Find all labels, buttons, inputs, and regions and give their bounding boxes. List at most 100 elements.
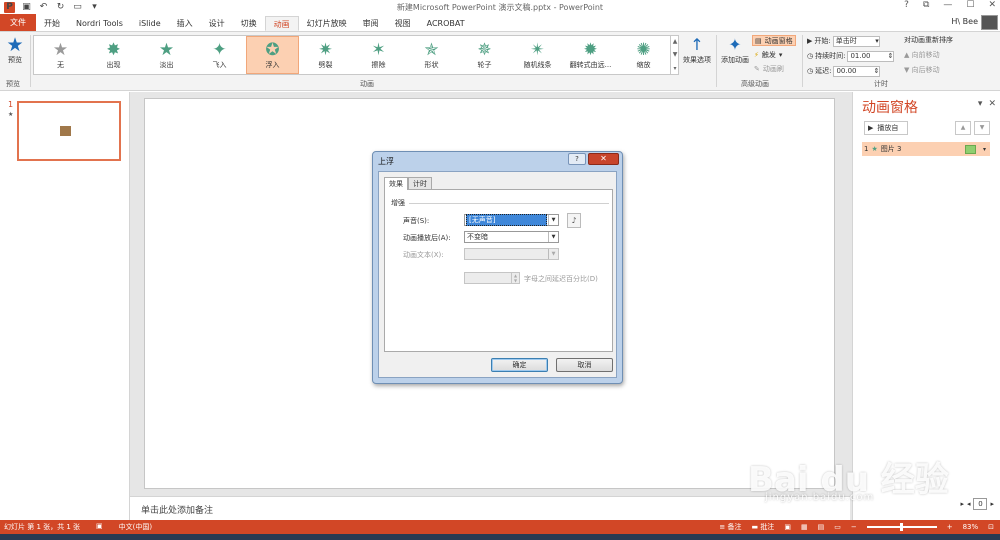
tab-nordri-tools[interactable]: Nordri Tools <box>68 16 131 31</box>
tab-slideshow[interactable]: 幻灯片放映 <box>299 16 355 31</box>
chevron-down-icon: ▼ <box>548 249 558 259</box>
duration-value: 01.00 <box>850 51 871 60</box>
chevron-down-icon[interactable]: ▾ <box>978 99 983 109</box>
move-earlier-button[interactable]: ▲ 向前移动 <box>904 50 953 60</box>
effect-1[interactable]: ✸ 出现 <box>87 36 140 74</box>
normal-view-icon[interactable]: ▣ <box>784 523 791 531</box>
pane-nav: ▸ ◂ 0 ▸ <box>960 498 994 510</box>
fit-slide-icon[interactable]: ⊡ <box>988 523 994 531</box>
move-up-icon[interactable]: ▲ <box>955 121 971 135</box>
effect-7[interactable]: ✯ 形状 <box>405 36 458 74</box>
chevron-down-icon: ▼ <box>548 232 558 242</box>
avatar[interactable] <box>981 15 998 30</box>
star-wheel-icon: ✵ <box>477 40 492 60</box>
notes-pane[interactable]: 单击此处添加备注 <box>130 496 850 520</box>
effect-6[interactable]: ✶ 擦除 <box>352 36 405 74</box>
effect-10[interactable]: ✹ 翻转式由远... <box>564 36 617 74</box>
effect-2[interactable]: ★ 淡出 <box>140 36 193 74</box>
effect-11[interactable]: ✺ 缩放 <box>617 36 670 74</box>
sound-select[interactable]: [无声音] ▼ <box>464 214 559 226</box>
help-icon[interactable]: ? <box>568 153 586 165</box>
sorter-view-icon[interactable]: ▦ <box>801 523 808 531</box>
trigger-button[interactable]: ⚡ 触发 ▾ <box>752 49 796 60</box>
gallery-more-icon[interactable]: ▾ <box>673 65 676 72</box>
zoom-slider-thumb[interactable] <box>899 523 903 531</box>
start-select[interactable]: 单击时 ▾ <box>832 35 880 47</box>
tab-transitions[interactable]: 切换 <box>233 16 265 31</box>
redo-icon[interactable]: ↻ <box>55 2 66 13</box>
clock-icon: ◷ <box>807 52 814 60</box>
maximize-icon[interactable]: ☐ <box>966 0 974 10</box>
zoom-out-icon[interactable]: − <box>851 523 857 531</box>
tab-design[interactable]: 设计 <box>201 16 233 31</box>
powerpoint-logo-icon[interactable]: P <box>4 1 15 13</box>
move-later-button[interactable]: ▼ 向后移动 <box>904 65 953 75</box>
letter-delay-stepper[interactable]: ▲ ▼ <box>464 272 520 284</box>
comments-toggle[interactable]: ▬ 批注 <box>751 522 774 532</box>
slideshow-view-icon[interactable]: ▭ <box>834 523 841 531</box>
animate-text-select[interactable]: ▼ <box>464 248 559 260</box>
close-icon[interactable]: ✕ <box>988 0 996 10</box>
effect-options-button[interactable]: ↑ 效果选项 <box>680 35 714 65</box>
zoom-slider[interactable] <box>866 523 937 531</box>
nav-value[interactable]: 0 <box>973 498 988 510</box>
effect-5[interactable]: ✷ 劈裂 <box>299 36 352 74</box>
start-value: 单击时 <box>835 36 857 45</box>
notes-toggle[interactable]: ≡ 备注 <box>719 522 741 532</box>
tab-timing[interactable]: 计时 <box>408 177 432 189</box>
present-icon[interactable]: ▭ <box>72 2 83 13</box>
minimize-icon[interactable]: — <box>943 0 952 10</box>
animation-list-item[interactable]: 1 ★ 图片 3 ▾ <box>862 142 990 156</box>
after-animation-select[interactable]: 不变暗 ▼ <box>464 231 559 243</box>
reading-view-icon[interactable]: ▤ <box>818 523 825 531</box>
language-indicator[interactable]: 中文(中国) <box>119 522 152 532</box>
save-icon[interactable]: ▣ <box>21 2 32 13</box>
tab-home[interactable]: 开始 <box>36 16 68 31</box>
slide-thumbnail[interactable] <box>17 101 121 161</box>
close-icon[interactable]: ✕ <box>588 153 619 165</box>
delay-stepper[interactable]: 00.00 ⇕ <box>833 65 881 77</box>
animation-painter-button[interactable]: ✎ 动画刷 <box>752 63 796 74</box>
chevron-right-icon[interactable]: ▸ <box>990 500 994 508</box>
effect-9[interactable]: ✴ 随机线条 <box>511 36 564 74</box>
tab-islide[interactable]: iSlide <box>131 16 169 31</box>
gallery-scroll[interactable]: ▲ ▼ ▾ <box>670 35 679 75</box>
group-separator <box>30 35 31 87</box>
tab-acrobat[interactable]: ACROBAT <box>419 16 473 31</box>
zoom-in-icon[interactable]: + <box>947 523 953 531</box>
ribbon-display-icon[interactable]: ⧉ <box>923 0 929 10</box>
close-icon[interactable]: ✕ <box>988 99 996 109</box>
add-animation-button[interactable]: ✦ 添加动画 <box>718 35 752 65</box>
user-name[interactable]: H\ Bee <box>951 17 978 26</box>
tab-file[interactable]: 文件 <box>0 14 36 31</box>
cancel-button[interactable]: 取消 <box>556 358 613 372</box>
animation-pane-button[interactable]: ▤ 动画窗格 <box>752 35 796 46</box>
duration-stepper[interactable]: 01.00 ⇕ <box>847 50 895 62</box>
tab-review[interactable]: 审阅 <box>355 16 387 31</box>
spellcheck-icon[interactable]: ▣ <box>96 522 103 532</box>
undo-icon[interactable]: ↶ <box>38 2 49 13</box>
preview-button[interactable]: ★ 预览 <box>3 35 27 65</box>
help-icon[interactable]: ? <box>904 0 909 10</box>
tab-effect[interactable]: 效果 <box>384 177 408 190</box>
chevron-down-icon[interactable]: ▾ <box>979 146 990 153</box>
effect-0[interactable]: ★ 无 <box>34 36 87 74</box>
gallery-down-icon[interactable]: ▼ <box>673 51 678 58</box>
tab-animations[interactable]: 动画 <box>264 16 299 31</box>
effect-8[interactable]: ✵ 轮子 <box>458 36 511 74</box>
tab-view[interactable]: 视图 <box>387 16 419 31</box>
effect-4[interactable]: ✪ 浮入 <box>246 36 299 74</box>
customize-qat-icon[interactable]: ▾ <box>89 2 100 13</box>
zoom-level[interactable]: 83% <box>963 523 979 531</box>
gallery-up-icon[interactable]: ▲ <box>673 38 678 45</box>
ok-button[interactable]: 确定 <box>491 358 548 372</box>
tab-insert[interactable]: 插入 <box>169 16 201 31</box>
move-down-icon[interactable]: ▼ <box>974 121 990 135</box>
effect-3[interactable]: ✦ 飞入 <box>193 36 246 74</box>
letter-delay-label: 字母之间延迟百分比(D) <box>524 275 598 283</box>
chevron-left-icon[interactable]: ◂ <box>967 500 971 508</box>
play-from-button[interactable]: ▶ 播放自 <box>864 121 908 135</box>
title-bar: P ▣ ↶ ↻ ▭ ▾ 新建Microsoft PowerPoint 演示文稿.… <box>0 0 1000 14</box>
chevron-right-icon[interactable]: ▸ <box>960 500 964 508</box>
speaker-icon[interactable]: ♪ <box>567 213 581 228</box>
